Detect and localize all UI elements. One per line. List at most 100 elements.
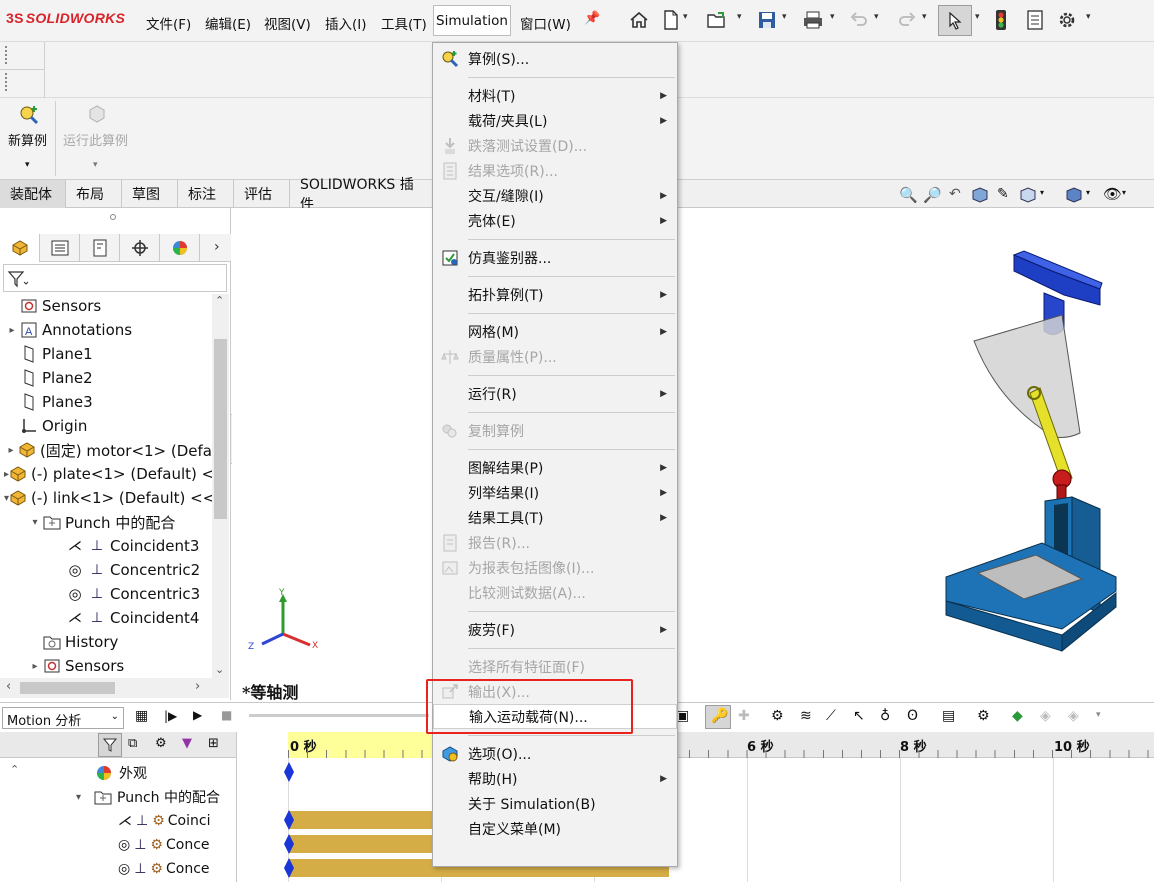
hide-show-items-icon[interactable]: 👁	[1103, 185, 1122, 203]
study-type-dropdown[interactable]: Motion 分析 ⌄	[2, 707, 124, 729]
tree-item[interactable]: ◎ ⊥ Concentric2	[0, 558, 212, 582]
chevron-down-icon[interactable]: ▾	[1086, 188, 1090, 197]
simulation-menu-item[interactable]: 载荷/夹具(L) ▶	[433, 108, 677, 133]
chevron-right-icon[interactable]: ▸	[4, 325, 20, 336]
simulation-menu-item[interactable]: 关于 Simulation(B)	[433, 791, 677, 816]
print-icon[interactable]	[802, 9, 824, 31]
simulation-menu-item[interactable]: 网格(M) ▶	[433, 319, 677, 344]
filter-animated-icon[interactable]: ⧉	[128, 736, 137, 751]
tree-item[interactable]: ▸ (-) plate<1> (Default) <	[0, 462, 212, 486]
key-point[interactable]	[282, 832, 296, 856]
scroll-right-icon[interactable]: ›	[195, 679, 200, 694]
chevron-right-icon[interactable]: ▸	[27, 661, 43, 672]
play-from-start-icon[interactable]: |▶	[164, 709, 177, 723]
chevron-right-icon[interactable]: ▸	[4, 445, 18, 456]
menu-edit[interactable]: 编辑(E)	[205, 13, 251, 33]
results-plots-icon[interactable]: ▤	[942, 708, 955, 724]
filter-button[interactable]	[98, 733, 122, 757]
menu-simulation[interactable]: Simulation	[433, 5, 511, 36]
configuration-manager-tab[interactable]	[80, 234, 120, 262]
save-icon[interactable]	[756, 9, 778, 31]
key-point[interactable]	[282, 760, 296, 784]
filter-driving-icon[interactable]: ⚙	[155, 736, 167, 751]
splitter-handle[interactable]	[110, 214, 116, 220]
menu-insert[interactable]: 插入(I)	[325, 13, 367, 33]
tree-item[interactable]: Origin	[0, 414, 212, 438]
chevron-down-icon[interactable]: ▾	[874, 12, 879, 22]
add-key-icon[interactable]: ✚	[738, 708, 750, 724]
tree-item[interactable]: ▸ A Annotations	[0, 318, 212, 342]
simulation-setup-icon[interactable]: ◆	[1012, 708, 1023, 724]
chevron-down-icon[interactable]: ▾	[737, 12, 742, 22]
select-cursor-button[interactable]	[938, 5, 972, 36]
undo-icon[interactable]	[848, 9, 870, 31]
display-manager-tab[interactable]	[160, 234, 200, 262]
tree-item[interactable]: ▾ (-) link<1> (Default) <<	[0, 486, 212, 510]
simulation-menu-item[interactable]: 结果工具(T) ▶	[433, 505, 677, 530]
simulation-menu-item[interactable]: 仿真鉴别器...	[433, 245, 677, 270]
scroll-up-icon[interactable]: ⌃	[215, 294, 224, 307]
scroll-down-icon[interactable]: ⌄	[215, 663, 224, 676]
zoom-to-area-icon[interactable]: 🔎	[923, 186, 942, 204]
tree-scrollbar[interactable]: ⌃ ⌄	[212, 294, 229, 678]
simulation-menu-item[interactable]: 报告(R)...	[433, 530, 677, 555]
tree-item[interactable]: ▾ Punch 中的配合	[0, 510, 212, 534]
chevron-down-icon[interactable]: ▾	[1096, 710, 1101, 720]
play-icon[interactable]: ▶	[193, 708, 202, 722]
simulation-menu-item[interactable]: 结果选项(R)...	[433, 158, 677, 183]
simulation-menu-item[interactable]: 疲劳(F) ▶	[433, 617, 677, 642]
chevron-down-icon[interactable]: ▾	[93, 160, 98, 170]
chevron-down-icon[interactable]: ▾	[782, 12, 787, 22]
traffic-light-icon[interactable]	[990, 9, 1012, 31]
calculate-icon[interactable]: ▦	[135, 708, 148, 724]
tree-item[interactable]: History	[0, 630, 212, 654]
simulation-menu-item[interactable]: 交互/缝隙(I) ▶	[433, 183, 677, 208]
zoom-to-fit-icon[interactable]: 🔍	[899, 186, 918, 204]
dynamic-annotation-icon[interactable]: ✎	[997, 186, 1009, 202]
menu-tools[interactable]: 工具(T)	[381, 13, 427, 33]
tab-sketch[interactable]: 草图	[122, 180, 178, 208]
gear-icon[interactable]	[1056, 9, 1078, 31]
contact-icon[interactable]: ♁	[880, 708, 890, 724]
simulation-menu-item[interactable]: 比较测试数据(A)...	[433, 580, 677, 605]
tree-item[interactable]: Plane1	[0, 342, 212, 366]
simulation-menu-item[interactable]: 算例(S)...	[433, 46, 677, 71]
simulation-menu-item[interactable]: 选项(O)...	[433, 741, 677, 766]
chevron-down-icon[interactable]: ▾	[683, 12, 688, 22]
tab-solidworks-addins[interactable]: SOLIDWORKS 插件	[290, 177, 435, 213]
pin-icon[interactable]: 📌	[584, 11, 600, 26]
key-point[interactable]	[282, 808, 296, 832]
spring-icon[interactable]: ≋	[800, 708, 812, 724]
motor-icon[interactable]: ⚙	[771, 708, 784, 724]
tree-item[interactable]: ▸ (固定) motor<1> (Defa	[0, 438, 212, 462]
simulation-menu-item[interactable]: 壳体(E) ▶	[433, 208, 677, 233]
filter-results-icon[interactable]: ⊞	[208, 736, 219, 751]
home-icon[interactable]	[628, 9, 650, 31]
tree-item[interactable]: ⋌ ⊥ Coincident3	[0, 534, 212, 558]
file-properties-icon[interactable]	[1024, 9, 1046, 31]
motion-tree-item[interactable]: 外观	[95, 763, 147, 783]
simulation-menu-item[interactable]: 自定义菜单(M)	[433, 816, 677, 841]
playback-slider[interactable]	[249, 714, 429, 717]
damper-icon[interactable]: ⟋	[826, 708, 836, 724]
tab-evaluate[interactable]: 评估	[234, 180, 290, 208]
property-manager-tab[interactable]	[40, 234, 80, 262]
simulation-menu-item[interactable]: 跌落测试设置(D)...	[433, 133, 677, 158]
run-study-button[interactable]: 运行此算例 ▾	[60, 102, 138, 174]
tree-item[interactable]: ▸ Sensors	[0, 654, 212, 678]
punch-assembly-model[interactable]	[932, 243, 1154, 663]
simulation-menu-item[interactable]: 复制算例	[433, 418, 677, 443]
view-orientation-icon[interactable]	[1019, 187, 1037, 203]
stop-icon[interactable]: ■	[221, 708, 232, 722]
motion-tree-item[interactable]: ▾ Punch 中的配合	[76, 787, 220, 807]
motion-tree-item[interactable]: ◎ ⊥ ⚙ Conce	[118, 835, 236, 855]
splitter[interactable]	[236, 732, 288, 882]
simulation-menu-item[interactable]: 帮助(H) ▶	[433, 766, 677, 791]
chevron-down-icon[interactable]: ▾	[830, 12, 835, 22]
tree-item[interactable]: Plane3	[0, 390, 212, 414]
new-study-button[interactable]: 新算例 ▾	[4, 102, 54, 174]
tree-item[interactable]: ◎ ⊥ Concentric3	[0, 582, 212, 606]
force-icon[interactable]: ↖	[853, 708, 865, 724]
timeline-ruler[interactable]: 0 秒 6 秒 8 秒 10 秒	[288, 732, 1154, 758]
tab-layout[interactable]: 布局	[66, 180, 122, 208]
